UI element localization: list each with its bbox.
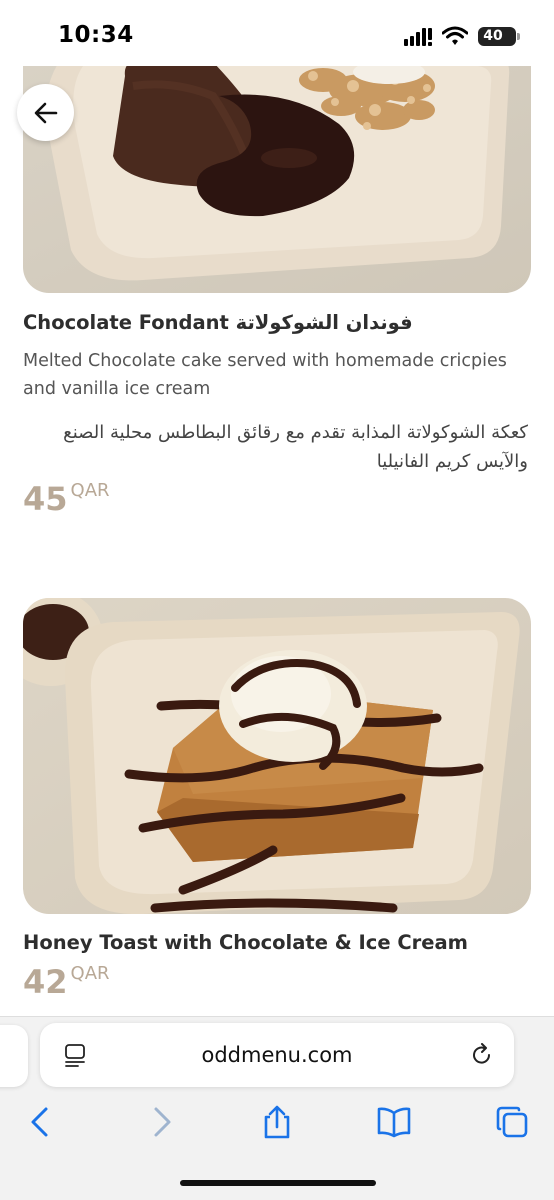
dish-title: Chocolate Fondant فوندان الشوكولاتة xyxy=(23,311,413,334)
menu-content[interactable]: Chocolate Fondant فوندان الشوكولاتة Melt… xyxy=(0,66,554,1016)
price-value: 42 xyxy=(23,963,68,1001)
dish-price: 45 QAR xyxy=(23,480,110,518)
price-currency: QAR xyxy=(70,480,110,501)
arrow-left-icon xyxy=(34,102,57,123)
bookmarks-icon[interactable] xyxy=(377,1105,411,1139)
share-icon[interactable] xyxy=(260,1105,294,1139)
dish-image-honey-toast xyxy=(23,598,531,914)
address-bar[interactable]: oddmenu.com xyxy=(40,1023,514,1087)
wifi-icon xyxy=(442,26,468,45)
tabs-icon[interactable] xyxy=(495,1105,529,1139)
forward-icon[interactable] xyxy=(144,1105,178,1139)
back-icon[interactable] xyxy=(24,1105,58,1139)
browser-toolbar: oddmenu.com xyxy=(0,1016,554,1200)
price-currency: QAR xyxy=(70,963,110,984)
status-bar: 10:34 40 xyxy=(0,0,554,66)
battery-level: 40 xyxy=(483,28,503,44)
dish-image-chocolate-fondant xyxy=(23,66,531,293)
status-time: 10:34 xyxy=(58,22,134,48)
home-indicator[interactable] xyxy=(180,1180,376,1186)
url-text[interactable]: oddmenu.com xyxy=(40,1043,514,1067)
dish-price: 42 QAR xyxy=(23,963,110,1001)
signal-icon xyxy=(404,28,432,46)
previous-tab-preview[interactable] xyxy=(0,1025,28,1087)
dish-description-en: Melted Chocolate cake served with homema… xyxy=(23,351,507,399)
reload-icon[interactable] xyxy=(470,1043,494,1067)
back-button[interactable] xyxy=(17,84,74,141)
dish-description-ar: كعكة الشوكولاتة المذابة تقدم مع رقائق ال… xyxy=(63,422,528,472)
price-value: 45 xyxy=(23,480,68,518)
dish-title: Honey Toast with Chocolate & Ice Cream xyxy=(23,931,468,954)
battery-icon: 40 xyxy=(478,27,520,46)
